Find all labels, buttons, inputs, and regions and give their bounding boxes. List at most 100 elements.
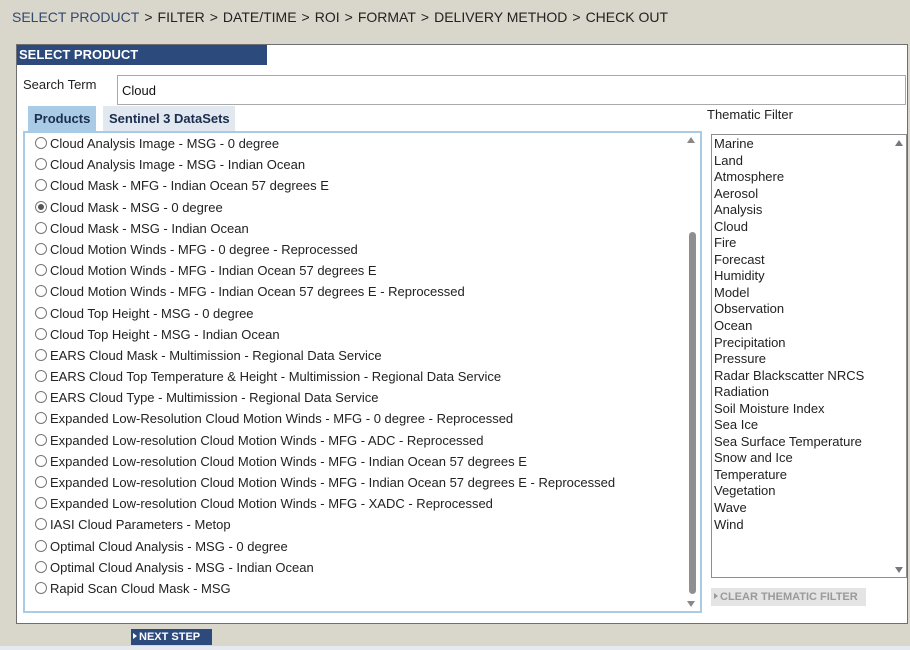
- product-radio-item[interactable]: Optimal Cloud Analysis - MSG - 0 degree: [35, 536, 685, 557]
- radio-button[interactable]: [35, 560, 47, 573]
- product-radio-item[interactable]: IASI Cloud Parameters - Metop: [35, 514, 685, 535]
- radio-button[interactable]: [35, 454, 47, 467]
- product-radio-item[interactable]: Cloud Mask - MSG - 0 degree: [35, 197, 685, 218]
- thematic-filter-option[interactable]: Marine: [714, 136, 864, 153]
- thematic-filter-option[interactable]: Forecast: [714, 252, 864, 269]
- breadcrumb-step-check-out[interactable]: CHECK OUT: [586, 9, 668, 25]
- product-radio-item[interactable]: EARS Cloud Top Temperature & Height - Mu…: [35, 366, 685, 387]
- product-radio-item[interactable]: Cloud Analysis Image - MSG - Indian Ocea…: [35, 154, 685, 175]
- product-radio-item[interactable]: EARS Cloud Type - Multimission - Regiona…: [35, 387, 685, 408]
- product-radio-item[interactable]: Cloud Mask - MFG - Indian Ocean 57 degre…: [35, 175, 685, 196]
- thematic-filter-option[interactable]: Radiation: [714, 384, 864, 401]
- breadcrumb: SELECT PRODUCT > FILTER > DATE/TIME > ROI > FORM…: [12, 9, 668, 25]
- breadcrumb-separator: >: [572, 9, 581, 25]
- thematic-filter-option[interactable]: Temperature: [714, 467, 864, 484]
- product-radio-item[interactable]: Expanded Low-resolution Cloud Motion Win…: [35, 472, 685, 493]
- thematic-filter-option[interactable]: Vegetation: [714, 483, 864, 500]
- tab-products[interactable]: Products: [28, 106, 96, 132]
- product-radio-item[interactable]: Cloud Top Height - MSG - Indian Ocean: [35, 324, 685, 345]
- radio-button[interactable]: [35, 221, 47, 234]
- thematic-filter-option[interactable]: Model: [714, 285, 864, 302]
- thematic-filter-list: Marine Land Atmosphere Aerosol Analysis Cloud…: [711, 134, 907, 578]
- product-label: EARS Cloud Top Temperature & Height - Mu…: [50, 369, 502, 385]
- breadcrumb-step-filter[interactable]: FILTER: [158, 9, 205, 25]
- product-label: Expanded Low-Resolution Cloud Motion Win…: [50, 411, 514, 427]
- thematic-filter-option[interactable]: Observation: [714, 301, 864, 318]
- thematic-filter-option[interactable]: Fire: [714, 235, 864, 252]
- product-label: EARS Cloud Mask - Multimission - Regiona…: [50, 347, 382, 363]
- product-list-items: Cloud Analysis Image - MSG - 0 degree Clo…: [35, 133, 685, 599]
- product-radio-item[interactable]: Cloud Motion Winds - MFG - Indian Ocean …: [35, 281, 685, 302]
- radio-button[interactable]: [35, 412, 47, 425]
- scroll-down-arrow-icon[interactable]: [895, 567, 903, 573]
- thematic-filter-option[interactable]: Humidity: [714, 268, 864, 285]
- radio-button[interactable]: [35, 327, 47, 340]
- scroll-up-arrow-icon[interactable]: [687, 137, 695, 143]
- search-term-label: Search Term: [23, 77, 97, 92]
- product-list-scrollbar[interactable]: [684, 133, 700, 611]
- thematic-list-scrollbar[interactable]: [892, 135, 906, 577]
- clear-thematic-filter-button[interactable]: CLEAR THEMATIC FILTER: [711, 588, 866, 606]
- radio-button[interactable]: [35, 179, 47, 192]
- scroll-down-arrow-icon[interactable]: [687, 601, 695, 607]
- breadcrumb-step-date-time[interactable]: DATE/TIME: [223, 9, 297, 25]
- product-radio-item[interactable]: Optimal Cloud Analysis - MSG - Indian Oc…: [35, 557, 685, 578]
- thematic-filter-option[interactable]: Atmosphere: [714, 169, 864, 186]
- radio-button[interactable]: [35, 285, 47, 298]
- thematic-filter-option[interactable]: Precipitation: [714, 335, 864, 352]
- thematic-filter-option[interactable]: Land: [714, 153, 864, 170]
- radio-button[interactable]: [35, 264, 47, 277]
- thematic-filter-option[interactable]: Analysis: [714, 202, 864, 219]
- product-radio-item[interactable]: Expanded Low-resolution Cloud Motion Win…: [35, 451, 685, 472]
- product-radio-item[interactable]: Rapid Scan Cloud Mask - MSG: [35, 578, 685, 599]
- radio-button[interactable]: [35, 518, 47, 531]
- radio-button[interactable]: [35, 539, 47, 552]
- radio-button[interactable]: [35, 200, 47, 213]
- product-radio-item[interactable]: Expanded Low-Resolution Cloud Motion Win…: [35, 408, 685, 429]
- thematic-filter-option[interactable]: Wind: [714, 517, 864, 534]
- radio-button[interactable]: [35, 242, 47, 255]
- product-radio-item[interactable]: EARS Cloud Mask - Multimission - Regiona…: [35, 345, 685, 366]
- tab-sentinel-3-datasets[interactable]: Sentinel 3 DataSets: [103, 106, 235, 132]
- thematic-filter-option[interactable]: Ocean: [714, 318, 864, 335]
- thematic-filter-option[interactable]: Radar Blackscatter NRCS: [714, 368, 864, 385]
- radio-button[interactable]: [35, 497, 47, 510]
- radio-button[interactable]: [35, 137, 47, 149]
- product-radio-item[interactable]: Expanded Low-resolution Cloud Motion Win…: [35, 430, 685, 451]
- product-radio-item[interactable]: Cloud Top Height - MSG - 0 degree: [35, 303, 685, 324]
- thematic-filter-option[interactable]: Sea Surface Temperature: [714, 434, 864, 451]
- product-label: Cloud Motion Winds - MFG - Indian Ocean …: [50, 263, 377, 279]
- thematic-filter-option[interactable]: Cloud: [714, 219, 864, 236]
- breadcrumb-step-format[interactable]: FORMAT: [358, 9, 416, 25]
- scrollbar-thumb[interactable]: [689, 232, 696, 594]
- breadcrumb-step-select-product[interactable]: SELECT PRODUCT: [12, 9, 139, 25]
- radio-button[interactable]: [35, 391, 47, 404]
- product-radio-item[interactable]: Cloud Motion Winds - MFG - 0 degree - Re…: [35, 239, 685, 260]
- scroll-up-arrow-icon[interactable]: [895, 140, 903, 146]
- product-label: Cloud Motion Winds - MFG - 0 degree - Re…: [50, 241, 358, 257]
- thematic-filter-option[interactable]: Aerosol: [714, 186, 864, 203]
- breadcrumb-step-delivery-method[interactable]: DELIVERY METHOD: [434, 9, 567, 25]
- product-radio-item[interactable]: Cloud Mask - MSG - Indian Ocean: [35, 218, 685, 239]
- radio-button[interactable]: [35, 370, 47, 383]
- thematic-filter-option[interactable]: Snow and Ice: [714, 450, 864, 467]
- product-radio-item[interactable]: Cloud Motion Winds - MFG - Indian Ocean …: [35, 260, 685, 281]
- radio-button[interactable]: [35, 433, 47, 446]
- product-label: Expanded Low-resolution Cloud Motion Win…: [50, 453, 527, 469]
- radio-button[interactable]: [35, 158, 47, 171]
- radio-button[interactable]: [35, 581, 47, 594]
- thematic-filter-option[interactable]: Wave: [714, 500, 864, 517]
- radio-button[interactable]: [35, 306, 47, 319]
- radio-button[interactable]: [35, 476, 47, 488]
- thematic-filter-option[interactable]: Soil Moisture Index: [714, 401, 864, 418]
- thematic-filter-option[interactable]: Pressure: [714, 351, 864, 368]
- product-radio-item[interactable]: Expanded Low-resolution Cloud Motion Win…: [35, 493, 685, 514]
- product-radio-item[interactable]: Cloud Analysis Image - MSG - 0 degree: [35, 133, 685, 154]
- thematic-filter-option[interactable]: Sea Ice: [714, 417, 864, 434]
- breadcrumb-step-roi[interactable]: ROI: [315, 9, 340, 25]
- product-label: Rapid Scan Cloud Mask - MSG: [50, 580, 231, 596]
- next-step-button[interactable]: NEXT STEP: [131, 629, 212, 645]
- radio-button[interactable]: [35, 348, 47, 361]
- search-input[interactable]: [117, 75, 906, 105]
- clear-thematic-filter-label: CLEAR THEMATIC FILTER: [720, 591, 858, 603]
